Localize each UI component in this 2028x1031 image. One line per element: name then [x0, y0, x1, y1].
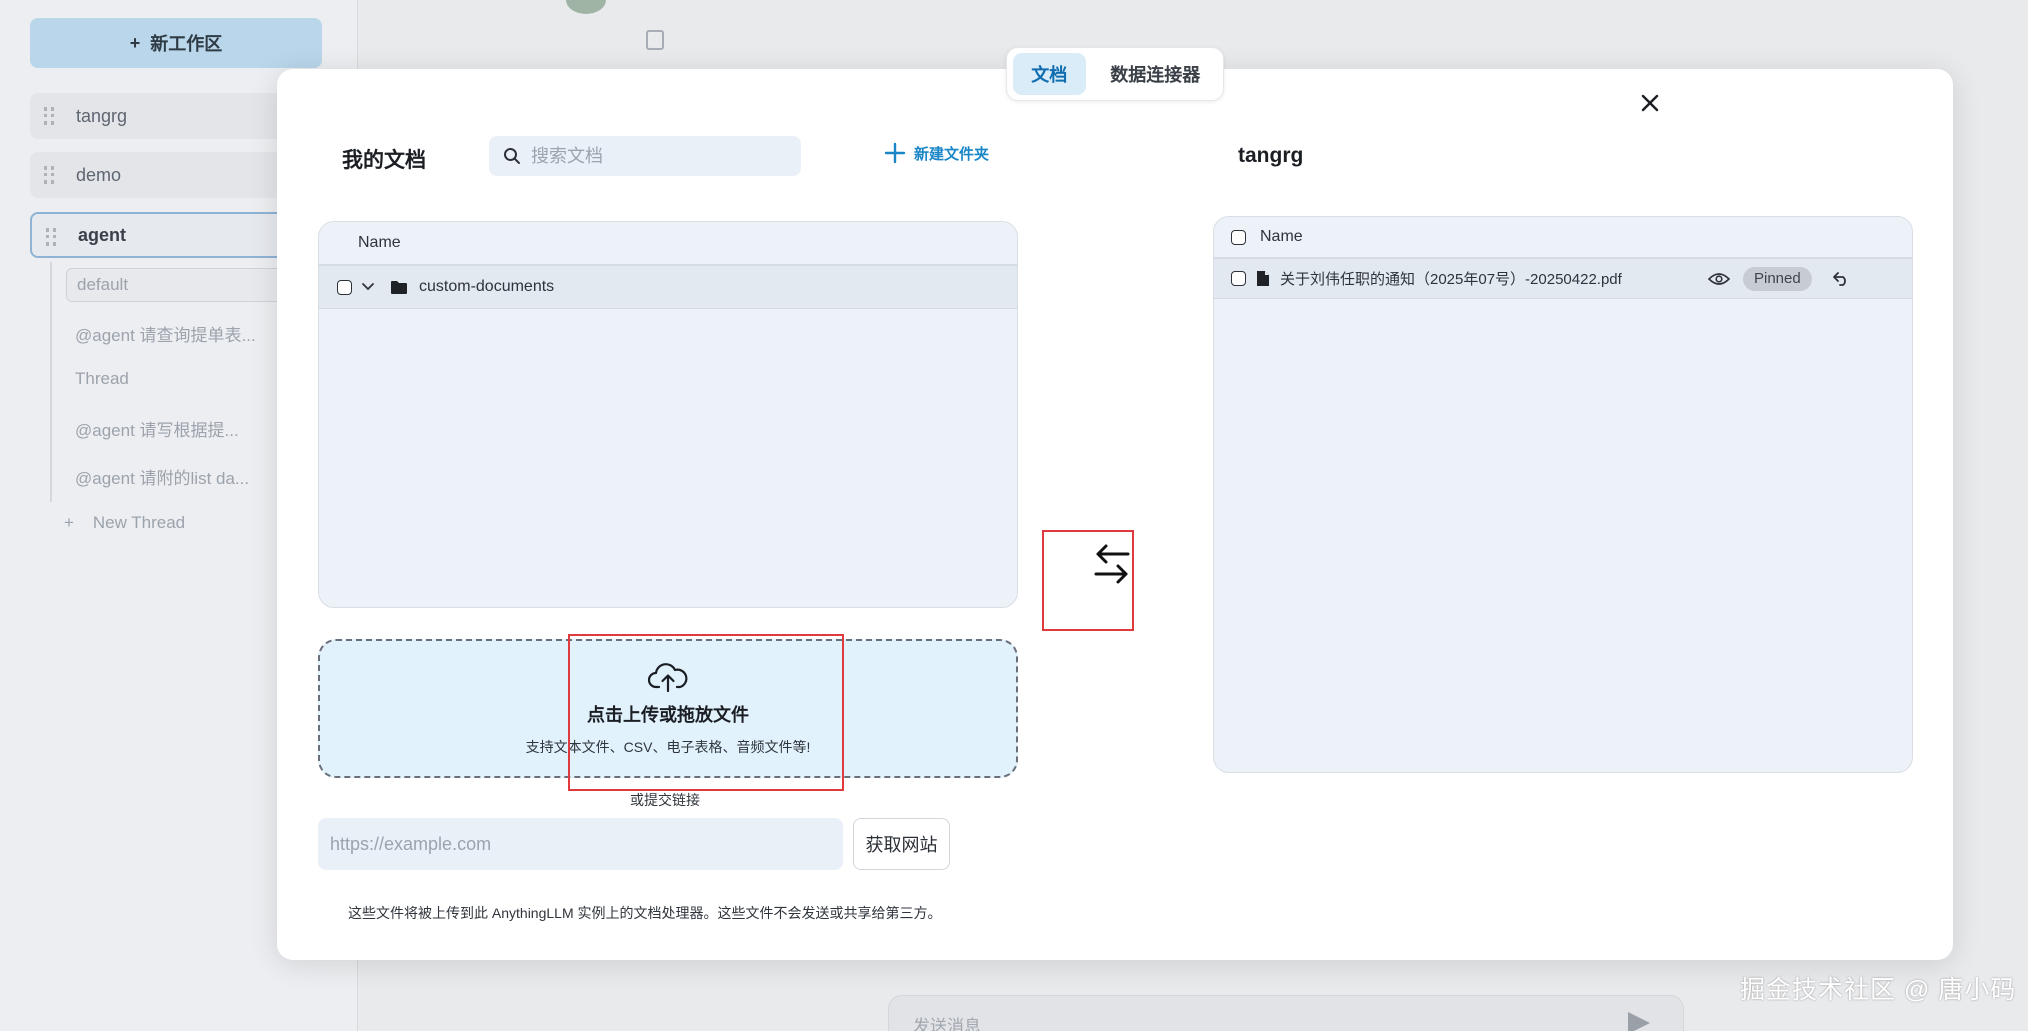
send-icon[interactable] — [1628, 1012, 1650, 1031]
fetch-website-button[interactable]: 获取网站 — [853, 818, 950, 870]
pinned-badge[interactable]: Pinned — [1743, 266, 1812, 291]
new-workspace-button[interactable]: + 新工作区 — [30, 18, 322, 68]
chevron-down-icon[interactable] — [360, 279, 376, 295]
select-all-checkbox[interactable] — [1231, 229, 1246, 245]
copy-icon[interactable] — [646, 30, 664, 50]
search-box — [489, 136, 801, 176]
drag-handle-icon — [44, 166, 54, 184]
highlight-box — [1042, 530, 1134, 631]
folder-name: custom-documents — [419, 278, 555, 295]
folder-row[interactable]: custom-documents — [319, 266, 1017, 309]
folder-icon — [391, 280, 407, 294]
file-icon — [1257, 271, 1269, 286]
column-name: Name — [358, 234, 401, 251]
chat-input[interactable]: 发送消息 — [888, 995, 1684, 1031]
search-icon — [504, 148, 520, 164]
new-folder-label: 新建文件夹 — [914, 145, 990, 163]
thread-tree-line — [50, 262, 52, 502]
close-button[interactable] — [1632, 85, 1668, 121]
url-input[interactable] — [318, 818, 843, 870]
table-header: Name — [1214, 217, 1912, 259]
watermark: 掘金技术社区 @ 唐小码 — [1740, 976, 2017, 1004]
undo-icon[interactable] — [1832, 271, 1850, 287]
modal-tabs: 文档 数据连接器 — [1006, 47, 1224, 101]
workspace-item-tangrg[interactable]: tangrg — [30, 93, 310, 139]
workspace-label: tangrg — [76, 105, 128, 126]
thread-item[interactable]: @agent 请附的list da... — [75, 464, 249, 489]
privacy-notice: 这些文件将被上传到此 AnythingLLM 实例上的文档处理器。这些文件不会发… — [348, 905, 942, 921]
drag-handle-icon — [44, 107, 54, 125]
workspace-item-agent[interactable]: agent — [30, 212, 310, 258]
new-thread-label: New Thread — [92, 513, 186, 532]
thread-item[interactable]: @agent 请写根据提... — [75, 416, 239, 441]
my-documents-title: 我的文档 — [342, 149, 426, 172]
close-icon — [1641, 94, 1659, 112]
avatar — [566, 0, 606, 14]
plus-icon — [884, 142, 906, 164]
new-workspace-label: 新工作区 — [150, 34, 223, 54]
plus-icon: + — [64, 513, 74, 532]
thread-item[interactable]: default — [66, 268, 286, 302]
thread-item[interactable]: Thread — [75, 369, 129, 389]
drag-handle-icon — [46, 228, 56, 246]
table-header: Name — [319, 222, 1017, 266]
or-submit-link-label: 或提交链接 — [630, 792, 700, 808]
folder-checkbox[interactable] — [337, 279, 352, 295]
highlight-box — [568, 634, 844, 791]
workspace-label: demo — [76, 164, 122, 185]
column-name: Name — [1260, 228, 1303, 245]
new-folder-button[interactable]: 新建文件夹 — [884, 142, 989, 164]
eye-icon[interactable] — [1708, 272, 1730, 286]
file-checkbox[interactable] — [1231, 271, 1246, 286]
my-documents-panel: Name custom-documents — [318, 221, 1018, 608]
workspace-title: tangrg — [1238, 144, 1304, 167]
search-input[interactable] — [531, 145, 781, 167]
file-name: 关于刘伟任职的通知（2025年07号）-20250422.pdf — [1280, 271, 1622, 288]
new-thread-button[interactable]: + New Thread — [64, 513, 185, 533]
workspace-label: agent — [78, 224, 127, 245]
workspace-item-demo[interactable]: demo — [30, 152, 310, 198]
workspace-documents-panel: Name 关于刘伟任职的通知（2025年07号）-20250422.pdf Pi… — [1213, 216, 1913, 773]
thread-item[interactable]: @agent 请查询提单表... — [75, 321, 256, 346]
tab-documents[interactable]: 文档 — [1013, 53, 1086, 95]
plus-icon: + — [129, 32, 141, 53]
tab-data-connectors[interactable]: 数据连接器 — [1094, 53, 1217, 95]
file-row[interactable]: 关于刘伟任职的通知（2025年07号）-20250422.pdf Pinned — [1214, 259, 1912, 299]
